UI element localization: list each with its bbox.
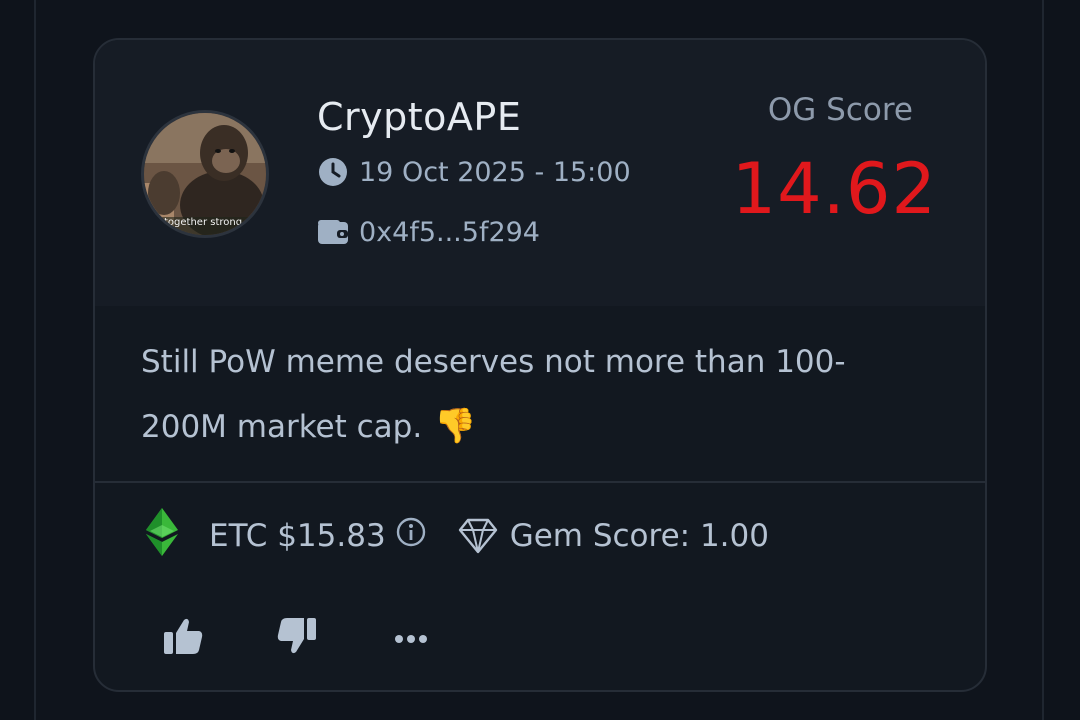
wallet-icon bbox=[317, 216, 349, 248]
avatar[interactable]: together strong bbox=[141, 110, 269, 238]
thumbs-up-icon bbox=[162, 616, 204, 660]
etc-logo-icon bbox=[145, 508, 179, 564]
post-actions bbox=[159, 614, 501, 662]
dislike-button[interactable] bbox=[273, 614, 321, 662]
post-card: together strong CryptoAPE 19 Oct 2025 - … bbox=[93, 38, 987, 692]
og-score-value: 14.62 bbox=[731, 148, 937, 230]
like-button[interactable] bbox=[159, 614, 207, 662]
avatar-caption: together strong bbox=[164, 217, 243, 228]
og-score-label: OG Score bbox=[767, 92, 913, 128]
more-dots-icon bbox=[394, 629, 428, 648]
wallet-row[interactable]: 0x4f5...5f294 bbox=[317, 216, 540, 248]
token-info-row: ETC $15.83 Gem Score: 1.00 bbox=[145, 508, 769, 564]
divider bbox=[95, 481, 985, 483]
username[interactable]: CryptoAPE bbox=[317, 95, 521, 139]
info-icon[interactable] bbox=[396, 517, 426, 555]
more-button[interactable] bbox=[387, 614, 435, 662]
diamond-icon bbox=[458, 518, 498, 554]
gem-score: Gem Score: 1.00 bbox=[509, 518, 769, 554]
post-body-text: Still PoW meme deserves not more than 10… bbox=[141, 344, 846, 445]
wallet-address: 0x4f5...5f294 bbox=[359, 216, 540, 248]
clock-icon bbox=[317, 156, 349, 188]
post-timestamp: 19 Oct 2025 - 15:00 bbox=[359, 156, 631, 188]
post-timestamp-row: 19 Oct 2025 - 15:00 bbox=[317, 156, 631, 188]
thumbs-down-emoji: 👎 bbox=[434, 406, 477, 446]
post-body: Still PoW meme deserves not more than 10… bbox=[141, 330, 921, 459]
token-price[interactable]: ETC $15.83 bbox=[209, 518, 386, 554]
thumbs-down-icon bbox=[276, 616, 318, 660]
